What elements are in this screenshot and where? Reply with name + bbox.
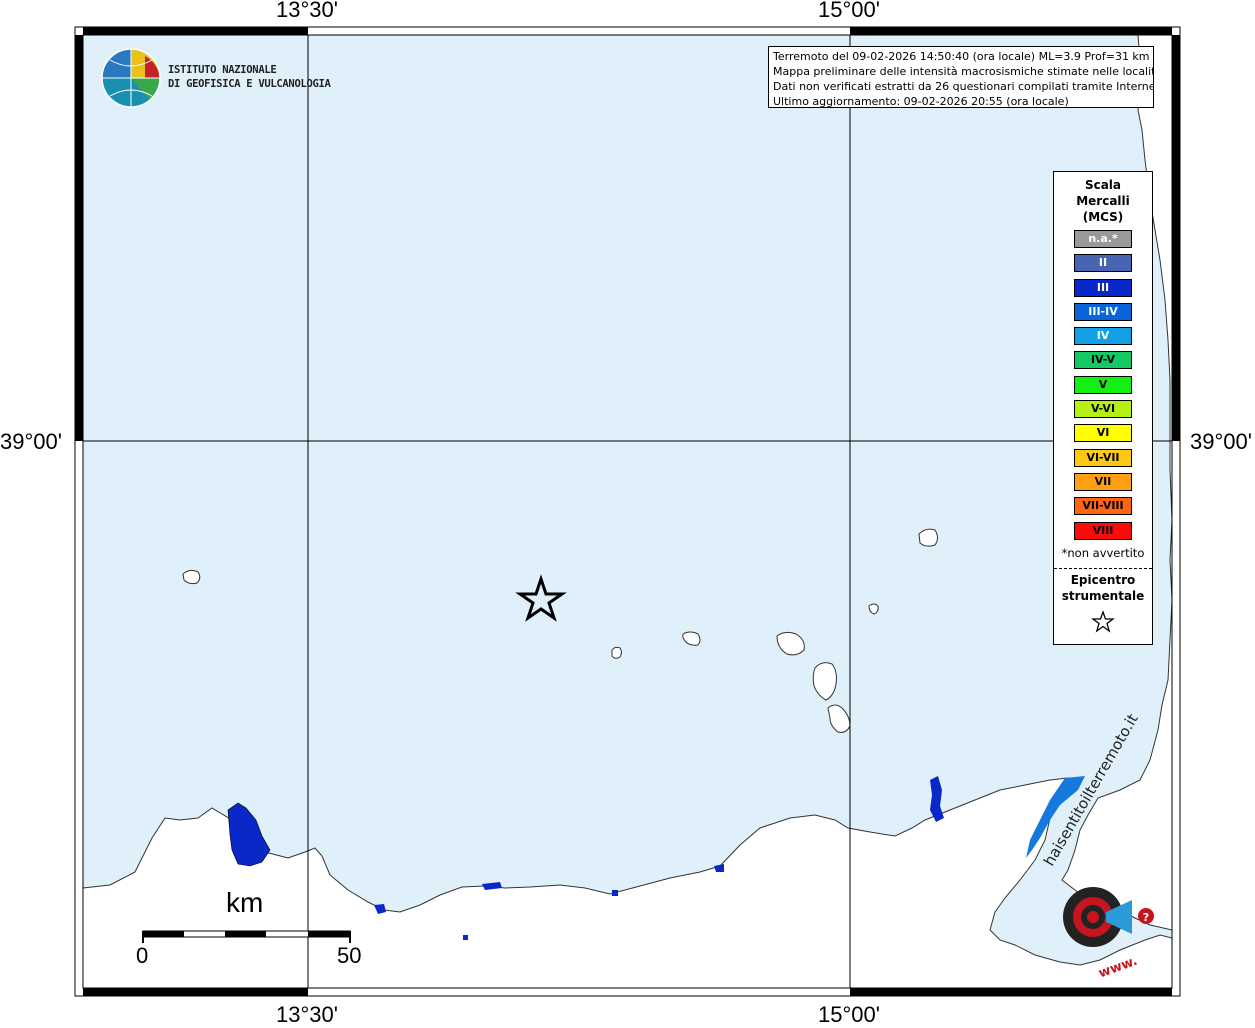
frame-bar (850, 988, 1172, 996)
ingv-globe-icon (101, 48, 161, 108)
legend-title-line1: Scala (1084, 178, 1122, 192)
legend-item: n.a.* (1074, 230, 1132, 248)
frame-bar (1172, 35, 1180, 441)
legend-item: III-IV (1074, 302, 1132, 321)
legend-item: VII-VIII (1074, 497, 1132, 516)
legend-item: V-VI (1074, 400, 1132, 419)
intensity-legend: Scala Mercalli (MCS) n.a.* II III III-IV IV I… (1053, 171, 1153, 645)
legend-item: V (1074, 375, 1132, 394)
legend-note: *non avvertito (1061, 546, 1145, 560)
ingv-logo-line2: DI GEOFISICA E VULCANOLOGIA (168, 78, 331, 90)
frame-bar (850, 27, 1172, 35)
legend-item: VI-VII (1074, 448, 1132, 467)
ingv-logo-text: ISTITUTO NAZIONALE DI GEOFISICA E VULCAN… (168, 63, 331, 91)
legend-items: n.a.* II III III-IV IV IV-V V V-VI VI VI-VII VII VI… (1074, 230, 1132, 546)
tick-lon-top-right: 15°00' (818, 0, 880, 22)
scale-max-label: 50 (337, 943, 362, 968)
event-info-box: Terremoto del 09-02-2026 14:50:40 (ora l… (768, 46, 1154, 108)
intensity-area-5 (463, 935, 468, 940)
legend-star-icon (1091, 610, 1115, 633)
event-info-line3: Dati non verificati estratti da 26 quest… (773, 80, 1154, 93)
legend-epicenter-label: Epicentro strumentale (1054, 572, 1152, 604)
legend-item: VII (1074, 472, 1132, 491)
legend-item: IV (1074, 327, 1132, 346)
scale-title: km (226, 887, 264, 918)
legend-title-line3: (MCS) (1082, 210, 1124, 224)
legend-item: IV-V (1074, 351, 1132, 370)
event-info-line1: Terremoto del 09-02-2026 14:50:40 (ora l… (773, 50, 1150, 63)
tick-lon-bottom-left: 13°30' (276, 1002, 338, 1027)
legend-item: III (1074, 278, 1132, 297)
tick-lon-top-left: 13°30' (276, 0, 338, 22)
island-ustica (182, 569, 201, 585)
legend-item: VIII (1074, 521, 1132, 540)
svg-text:?: ? (1143, 911, 1149, 924)
island-alicudi (611, 646, 622, 659)
tick-lat-left: 39°00' (0, 429, 62, 454)
frame-bar (83, 27, 308, 35)
legend-item: II (1074, 254, 1132, 273)
legend-epi-line2: strumentale (1061, 589, 1145, 603)
scale-min-label: 0 (136, 943, 149, 968)
legend-title-line2: Mercalli (1076, 194, 1130, 208)
frame-bar (75, 35, 83, 441)
event-info-line2: Mappa preliminare delle intensità macros… (773, 65, 1154, 78)
legend-item: VI (1074, 424, 1132, 443)
event-info-line4: Ultimo aggiornamento: 09-02-2026 20:55 (… (773, 95, 1069, 108)
tick-lon-bottom-right: 15°00' (818, 1002, 880, 1027)
island-stromboli (918, 528, 938, 547)
frame-bar (83, 988, 308, 996)
legend-title: Scala Mercalli (MCS) (1054, 177, 1152, 225)
intensity-area-4 (612, 890, 618, 896)
tick-lat-right: 39°00' (1190, 429, 1252, 454)
legend-epi-line1: Epicentro (1070, 573, 1136, 587)
ingv-logo-line1: ISTITUTO NAZIONALE (168, 64, 277, 76)
legend-separator (1054, 568, 1152, 569)
